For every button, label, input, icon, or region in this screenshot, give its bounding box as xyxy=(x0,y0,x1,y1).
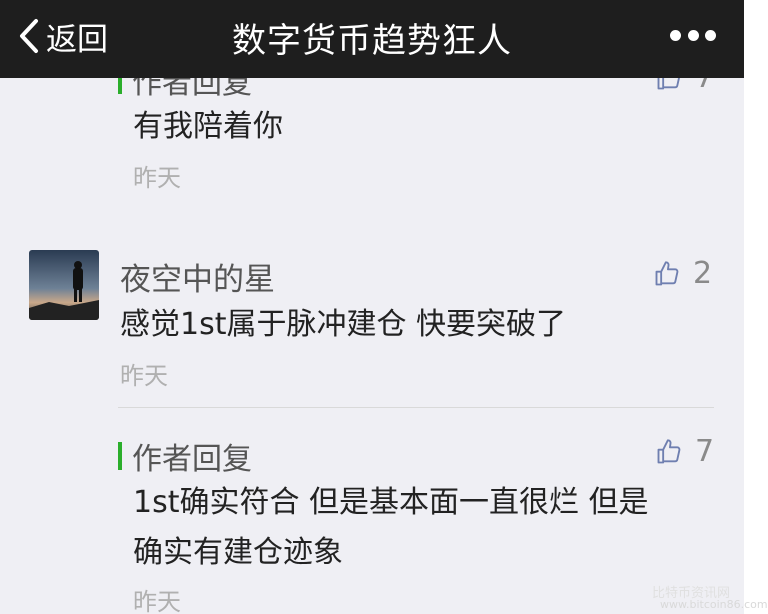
watermark: 比特币资讯网 www.bitcoin86.com xyxy=(652,582,768,611)
thumbs-up-icon xyxy=(657,438,681,463)
comment-page: 作者回复 7 有我陪着你 昨天 xyxy=(0,0,744,614)
comment-text: 感觉1st属于脉冲建仓 快要突破了 xyxy=(120,307,567,342)
comment-time: 昨天 xyxy=(120,362,168,390)
page-title: 数字货币趋势狂人 xyxy=(232,21,512,61)
more-icon-dot xyxy=(705,29,716,41)
reply-text-line-1: 1st确实符合 但是基本面一直很烂 但是 xyxy=(133,485,649,520)
like-count: 7 xyxy=(695,434,715,469)
reply-marker xyxy=(118,442,122,470)
thumbs-up-icon xyxy=(655,260,679,285)
author-reply-label: 作者回复 xyxy=(132,442,252,477)
like-button[interactable]: 7 xyxy=(655,434,714,469)
reply-time: 昨天 xyxy=(133,164,181,192)
divider xyxy=(118,407,714,408)
author-reply-header: 作者回复 xyxy=(118,434,252,478)
watermark-url: www.bitcoin86.com xyxy=(660,598,768,611)
comment-username[interactable]: 夜空中的星 xyxy=(120,254,275,299)
avatar[interactable] xyxy=(29,250,99,320)
reply-time: 昨天 xyxy=(133,588,181,614)
right-edge-strip xyxy=(744,0,768,614)
more-button[interactable] xyxy=(670,24,716,46)
more-icon-dot xyxy=(687,29,699,41)
reply-text-line-2: 确实有建仓迹象 xyxy=(133,535,343,570)
more-icon xyxy=(670,29,681,41)
comment-list: 作者回复 7 有我陪着你 昨天 xyxy=(0,60,744,614)
like-button[interactable]: 2 xyxy=(653,256,712,291)
reply-text: 有我陪着你 xyxy=(133,109,283,144)
avatar-image xyxy=(29,250,99,320)
navbar: 返回 数字货币趋势狂人 xyxy=(0,0,744,78)
like-count: 2 xyxy=(693,256,713,291)
